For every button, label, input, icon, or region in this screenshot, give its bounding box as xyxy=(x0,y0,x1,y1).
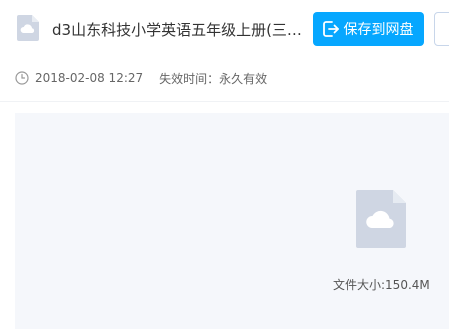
save-to-disk-button[interactable]: 保存到网盘 xyxy=(313,12,424,46)
file-title: d3山东科技小学英语五年级上册(三年级... xyxy=(52,21,314,39)
share-page: d3山东科技小学英语五年级上册(三年级... 保存到网盘 2018-02-08 … xyxy=(0,0,449,329)
save-to-disk-icon xyxy=(322,20,340,38)
save-button-label: 保存到网盘 xyxy=(343,22,414,38)
share-meta: 2018-02-08 12:27 失效时间：永久有效 xyxy=(15,69,267,87)
file-preview-area: 文件大小:150.4M xyxy=(15,113,449,329)
secondary-action-button[interactable] xyxy=(434,12,449,46)
share-date: 2018-02-08 12:27 xyxy=(35,71,144,85)
expiry-label: 失效时间：永久有效 xyxy=(159,71,268,86)
clock-icon xyxy=(15,71,29,85)
divider xyxy=(0,101,449,102)
file-size: 文件大小:150.4M xyxy=(333,278,430,292)
cloud-file-icon xyxy=(17,15,39,41)
cloud-file-icon xyxy=(356,190,406,248)
